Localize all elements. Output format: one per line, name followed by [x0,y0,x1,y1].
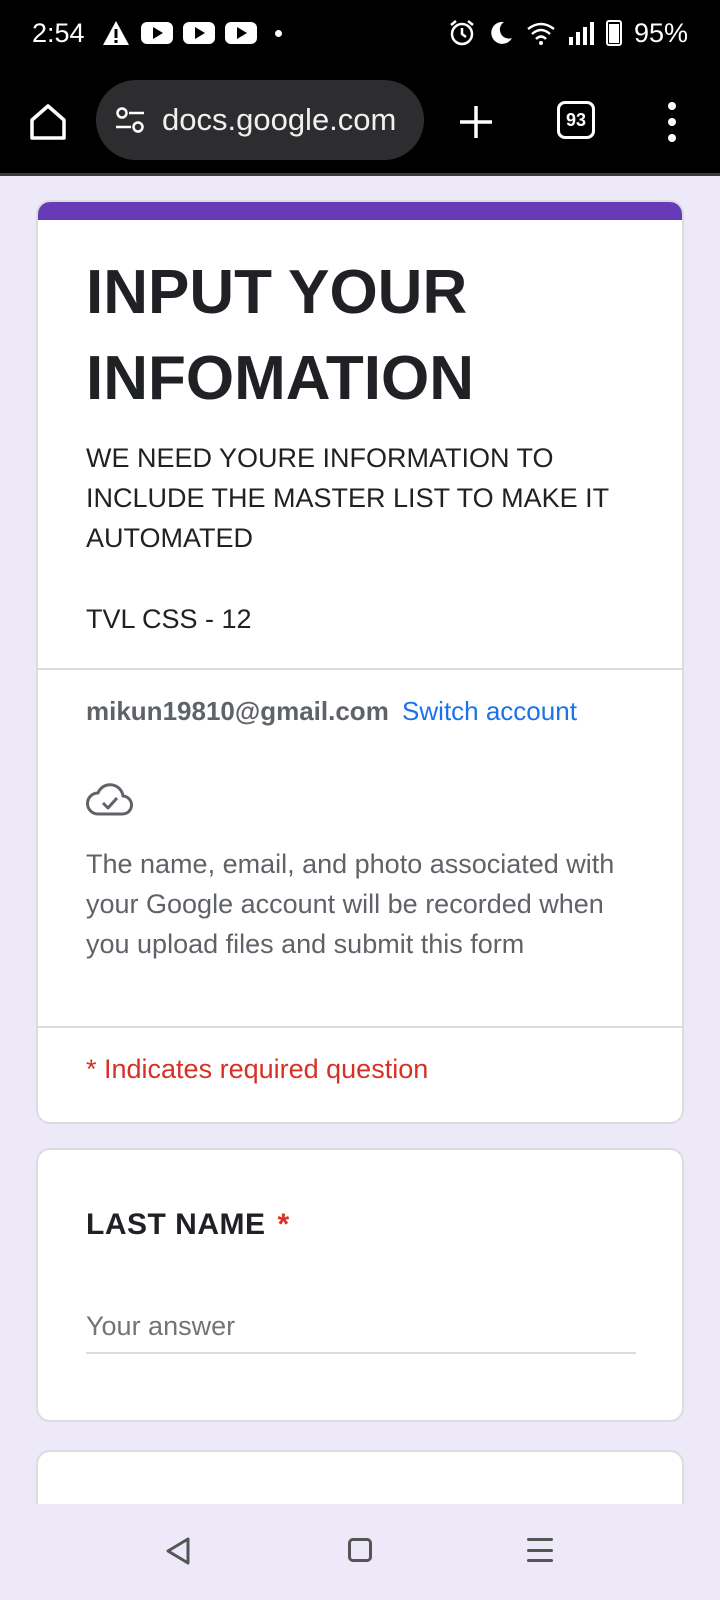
switch-account-link[interactable]: Switch account [402,696,577,726]
form-header-card: INPUT YOUR INFOMATION WE NEED YOURE INFO… [36,200,684,1124]
required-asterisk: * [277,1208,290,1241]
status-time: 2:54 [32,17,85,48]
divider [38,1026,682,1028]
signal-icon [568,22,594,45]
battery-percent: 95% [633,17,688,48]
back-icon[interactable] [164,1536,192,1566]
wifi-icon [527,22,555,45]
tab-switcher-button[interactable]: 93 [557,101,595,139]
required-note: * Indicates required question [86,1054,429,1084]
youtube-icon [182,22,215,44]
more-notifications-dot [274,29,282,37]
new-tab-icon[interactable] [456,102,496,142]
notification-icons [101,19,282,47]
status-bar: 2:54 95% [0,0,720,66]
url-text: docs.google.com [162,102,397,137]
browser-toolbar: docs.google.com 93 [0,66,720,176]
home-nav-icon[interactable] [348,1538,372,1562]
question-card: LAST NAME * [36,1148,684,1422]
system-icons: 95% [448,18,688,49]
last-name-input[interactable] [86,1300,636,1354]
account-row: mikun19810@gmail.com Switch account [86,696,577,727]
more-menu-icon[interactable] [664,102,680,142]
form-description: WE NEED YOURE INFORMATION TO INCLUDE THE… [86,443,609,553]
system-nav-bar [0,1504,720,1600]
question-label: LAST NAME [86,1208,266,1241]
youtube-icon [224,22,257,44]
moon-icon [491,21,512,44]
form-accent-bar [38,202,682,220]
recents-icon[interactable] [527,1538,553,1562]
cloud-check-icon [86,783,133,816]
form-section-label: TVL CSS - 12 [86,604,252,634]
alarm-icon [450,20,474,46]
battery-icon [605,20,622,46]
divider [38,668,682,670]
warning-icon [102,21,129,45]
form-title: INPUT YOUR INFOMATION [86,258,475,413]
youtube-icon [140,22,173,44]
privacy-notice: The name, email, and photo associated wi… [86,849,615,959]
address-bar[interactable]: docs.google.com [96,80,424,160]
question-title: LAST NAME * [86,1208,290,1242]
site-settings-icon[interactable] [112,102,148,138]
account-email: mikun19810@gmail.com [86,696,389,726]
home-icon[interactable] [26,100,70,144]
